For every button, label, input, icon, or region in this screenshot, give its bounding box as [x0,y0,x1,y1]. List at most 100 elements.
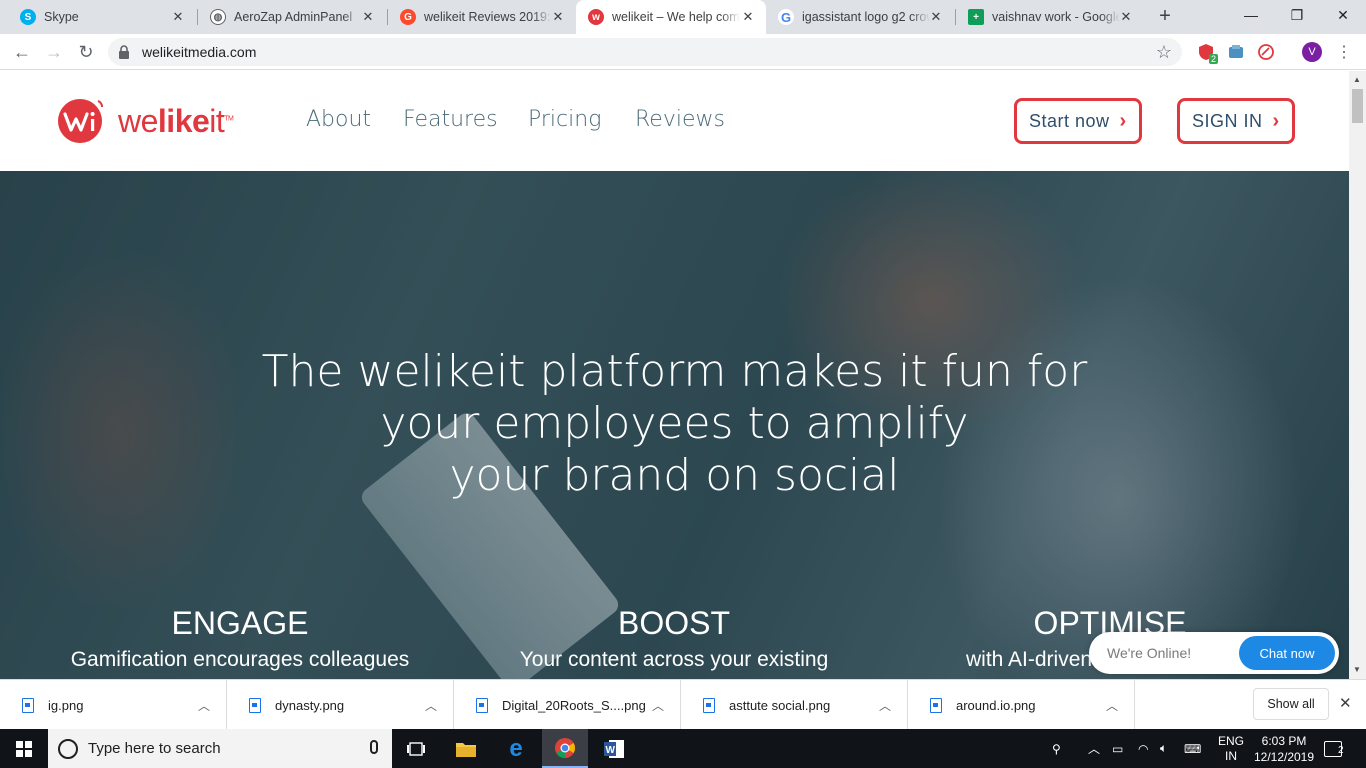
chrome-icon[interactable] [542,729,588,768]
start-now-button[interactable]: Start now › [1014,98,1142,144]
chat-status: We're Online! [1107,645,1192,661]
skype-icon: S [20,9,36,25]
keyboard-icon[interactable]: ⌨ [1184,729,1208,768]
feature-engage: ENGAGE Gamification encourages colleague… [20,603,460,675]
tab-welikeit[interactable]: w welikeit – We help companies ✕ [576,0,766,34]
image-file-icon [22,697,34,713]
logo-wordmark: welikeitTM [118,102,234,139]
chevron-up-icon[interactable]: ︿ [1106,697,1118,714]
tab-skype[interactable]: S Skype ✕ [8,0,196,34]
notification-count: 2 [1338,745,1344,756]
image-file-icon [249,697,261,713]
minimize-button[interactable]: — [1228,0,1274,30]
chevron-up-icon[interactable]: ︿ [652,697,664,714]
file-explorer-icon[interactable] [450,729,482,768]
scrollbar-thumb[interactable] [1352,89,1363,123]
people-icon[interactable]: ⚲ [1052,729,1072,768]
download-item[interactable]: asttute social.png ︿ [681,680,908,730]
download-filename: around.io.png [956,697,1036,713]
chevron-right-icon: › [1272,109,1280,132]
wifi-icon[interactable]: ◠ [1138,729,1158,768]
region-code: IN [1225,748,1237,763]
volume-icon[interactable]: 🔈︎ [1160,729,1180,768]
close-icon[interactable]: ✕ [360,9,376,25]
chevron-up-icon[interactable]: ︿ [1088,729,1106,768]
welikeit-logo[interactable]: welikeitTM [56,97,234,145]
extension-badge: 2 [1208,54,1218,64]
webpage: welikeitTM About Features Pricing Review… [0,71,1349,679]
microphone-icon[interactable] [370,740,378,754]
bookmark-star-icon[interactable]: ☆ [1156,42,1172,63]
battery-icon[interactable]: ▭ [1112,729,1132,768]
new-tab-button[interactable]: + [1154,6,1176,28]
close-icon[interactable]: ✕ [1118,9,1134,25]
nav-about[interactable]: About [306,107,371,132]
feature-text: Your content across your existing [519,648,829,671]
reload-button[interactable]: ↻ [74,40,98,64]
download-item[interactable]: dynasty.png ︿ [227,680,454,730]
chat-widget[interactable]: We're Online! Chat now [1089,632,1339,674]
browser-menu-icon[interactable]: ⋮ [1334,42,1354,62]
scroll-down-icon[interactable]: ▼ [1353,665,1361,674]
back-button[interactable]: ← [10,40,34,64]
notification-center-icon[interactable]: 2 [1324,729,1348,768]
extension-lastpass-icon[interactable] [1256,42,1276,62]
chevron-right-icon: › [1119,109,1127,132]
scroll-up-icon[interactable]: ▲ [1353,75,1361,84]
clock[interactable]: 6:03 PM 12/12/2019 [1252,729,1316,768]
language-indicator[interactable]: ENG IN [1216,729,1246,768]
feature-title: ENGAGE [171,605,309,641]
word-icon[interactable]: W [598,729,630,768]
edge-icon[interactable]: e [500,729,532,768]
sign-in-button[interactable]: SIGN IN › [1177,98,1295,144]
tab-title: igassistant logo g2 crowd - Google Searc… [802,10,930,24]
show-all-button[interactable]: Show all [1253,688,1329,720]
nav-pricing[interactable]: Pricing [528,107,601,132]
close-window-button[interactable]: ✕ [1320,0,1366,30]
maximize-button[interactable]: ❐ [1274,0,1320,30]
google-icon: G [778,9,794,25]
sign-in-label: SIGN IN [1192,110,1263,131]
chevron-up-icon[interactable]: ︿ [879,697,891,714]
close-icon[interactable]: ✕ [170,9,186,25]
tab-google-search[interactable]: G igassistant logo g2 crowd - Google Sea… [766,0,954,34]
tab-title: vaishnav work - Google Sheets [992,10,1120,24]
task-view-icon[interactable] [398,729,434,768]
search-placeholder: Type here to search [88,740,221,757]
tab-g2-reviews[interactable]: G welikeit Reviews 2019: Details, Pricin… [388,0,576,34]
close-icon[interactable]: ✕ [740,9,756,25]
tab-sheets[interactable]: + vaishnav work - Google Sheets ✕ [956,0,1144,34]
profile-avatar[interactable]: V [1302,42,1322,62]
hero-banner: The welikeit platform makes it fun for y… [0,171,1349,679]
windows-start-icon[interactable] [0,729,48,768]
feature-boost: BOOST Your content across your existing [454,603,894,675]
search-icon [58,738,78,759]
hero-headline: The welikeit platform makes it fun for y… [261,346,1088,501]
welikeit-logo-mark [58,99,103,143]
forward-button[interactable]: → [42,40,66,64]
chevron-up-icon[interactable]: ︿ [198,697,210,714]
download-item[interactable]: Digital_20Roots_S....png ︿ [454,680,681,730]
tab-title: welikeit – We help companies [612,10,740,24]
extension-shield-icon[interactable]: 2 [1196,42,1218,64]
download-filename: dynasty.png [275,697,345,713]
close-icon[interactable]: ✕ [928,9,944,25]
page-scrollbar[interactable]: ▲ ▼ [1349,71,1366,679]
language-code: ENG [1217,733,1244,748]
chevron-up-icon[interactable]: ︿ [425,697,437,714]
windows-taskbar: Type here to search e W ⚲ ︿ ▭ ◠ 🔈︎ ⌨ ENG… [0,729,1366,768]
address-bar[interactable]: welikeitmedia.com ☆ [108,38,1182,66]
nav-features[interactable]: Features [403,107,498,132]
chat-now-button[interactable]: Chat now [1239,636,1335,670]
close-icon[interactable]: ✕ [550,9,566,25]
welikeit-icon: w [588,9,604,25]
taskbar-search[interactable]: Type here to search [48,729,392,768]
extension-translate-icon[interactable] [1226,42,1246,62]
nav-reviews[interactable]: Reviews [635,107,725,132]
download-item[interactable]: ig.png ︿ [0,680,227,730]
download-item[interactable]: around.io.png ︿ [908,680,1135,730]
close-icon[interactable]: ✕ [1339,694,1352,712]
site-header: welikeitTM About Features Pricing Review… [0,71,1349,171]
image-file-icon [476,697,488,713]
tab-aerozap[interactable]: ◍ AeroZap AdminPanel ✕ [198,0,386,34]
